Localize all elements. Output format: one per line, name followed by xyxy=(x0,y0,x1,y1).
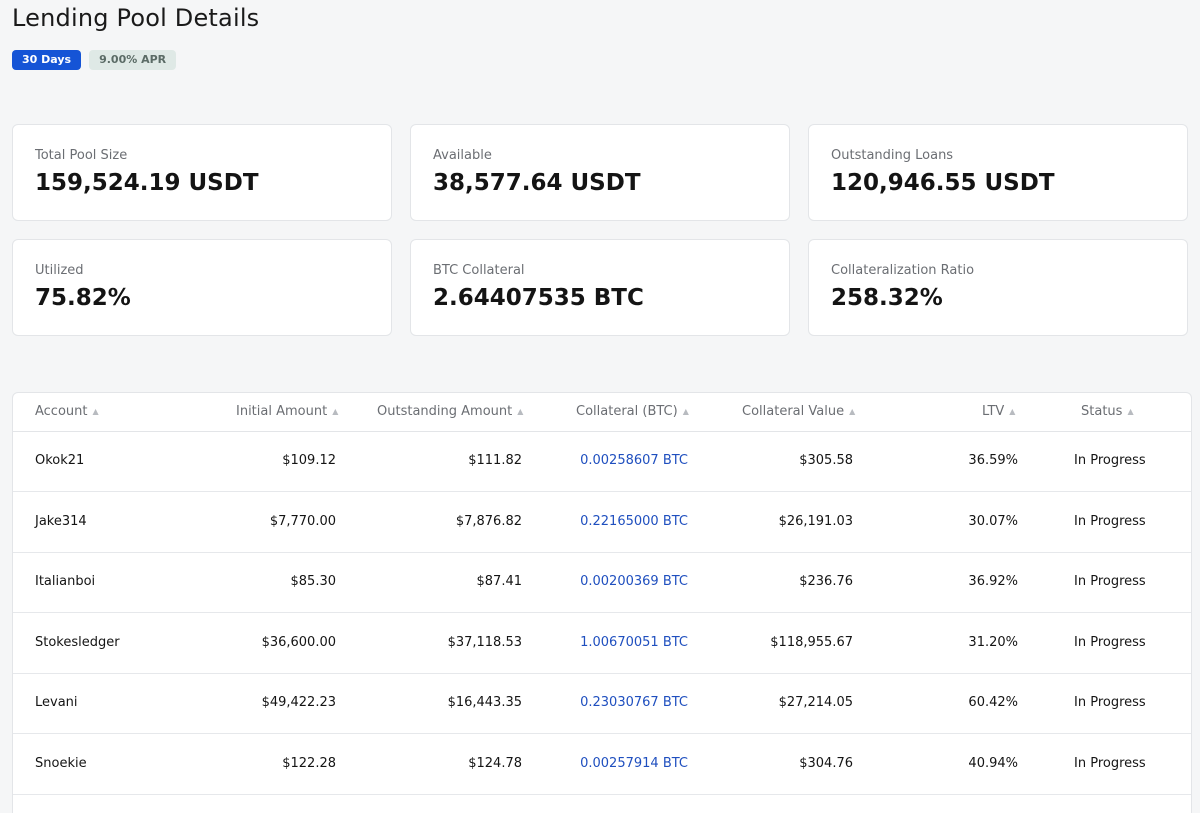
table-row[interactable]: Italianboi $85.30 $87.41 0.00200369 BTC … xyxy=(13,552,1191,613)
outstanding-amount-cell: $7,876.82 xyxy=(455,514,522,529)
column-header-status[interactable]: Status ▲ xyxy=(1081,393,1134,431)
column-header-account[interactable]: Account ▲ xyxy=(35,393,99,431)
stat-value: 75.82% xyxy=(35,285,131,311)
ltv-cell: 30.07% xyxy=(968,514,1018,529)
collateral-btc-link[interactable]: 0.23030767 BTC xyxy=(580,673,688,733)
stat-value: 38,577.64 USDT xyxy=(433,170,641,196)
collateral-btc-link[interactable]: 0.00257914 BTC xyxy=(580,734,688,794)
table-row[interactable]: Okok21 $109.12 $111.82 0.00258607 BTC $3… xyxy=(13,431,1191,492)
outstanding-amount-cell: $16,443.35 xyxy=(447,695,522,710)
ltv-cell: 60.42% xyxy=(968,695,1018,710)
stat-card-outstanding-loans: Outstanding Loans 120,946.55 USDT xyxy=(808,124,1188,221)
sort-icon: ▲ xyxy=(849,407,856,416)
ltv-cell: 36.92% xyxy=(968,574,1018,589)
stat-label: Outstanding Loans xyxy=(831,148,954,163)
collateral-value-cell: $26,191.03 xyxy=(778,514,853,529)
table-row[interactable]: Snoekie $122.28 $124.78 0.00257914 BTC $… xyxy=(13,734,1191,795)
table-row[interactable]: Levani $49,422.23 $16,443.35 0.23030767 … xyxy=(13,673,1191,734)
sort-icon: ▲ xyxy=(1009,407,1016,416)
page-title: Lending Pool Details xyxy=(12,4,260,32)
stat-label: Utilized xyxy=(35,263,84,278)
column-header-label: LTV xyxy=(982,404,1005,419)
stat-card-utilized: Utilized 75.82% xyxy=(12,239,392,336)
collateral-value-cell: $118,955.67 xyxy=(770,635,853,650)
initial-amount-cell: $109.12 xyxy=(282,453,336,468)
status-cell: In Progress xyxy=(1074,756,1146,771)
account-cell: Stokesledger xyxy=(35,635,120,650)
sort-icon: ▲ xyxy=(1127,407,1134,416)
stat-label: BTC Collateral xyxy=(433,263,525,278)
stat-value: 258.32% xyxy=(831,285,943,311)
collateral-btc-link[interactable]: 0.22165000 BTC xyxy=(580,492,688,552)
collateral-btc-link[interactable]: 1.00670051 BTC xyxy=(580,613,688,673)
collateral-btc-link[interactable]: 0.00200369 BTC xyxy=(580,552,688,612)
column-header-label: Collateral (BTC) xyxy=(576,404,678,419)
account-cell: Jake314 xyxy=(35,514,87,529)
ltv-cell: 31.20% xyxy=(968,635,1018,650)
initial-amount-cell: $7,770.00 xyxy=(269,514,336,529)
column-header-label: Initial Amount xyxy=(236,404,328,419)
outstanding-amount-cell: $37,118.53 xyxy=(447,635,522,650)
column-header-collateral-value[interactable]: Collateral Value ▲ xyxy=(742,393,855,431)
status-cell: In Progress xyxy=(1074,635,1146,650)
column-header-label: Collateral Value xyxy=(742,404,845,419)
column-header-label: Outstanding Amount xyxy=(377,404,513,419)
table-header: Account ▲ Initial Amount ▲ Outstanding Amo… xyxy=(13,393,1191,432)
table-row[interactable]: Stokesledger $36,600.00 $37,118.53 1.006… xyxy=(13,613,1191,674)
stat-label: Total Pool Size xyxy=(35,148,128,163)
stat-label: Available xyxy=(433,148,492,163)
stat-card-btc-collateral: BTC Collateral 2.64407535 BTC xyxy=(410,239,790,336)
column-header-collateral-btc[interactable]: Collateral (BTC) ▲ xyxy=(576,393,689,431)
stat-card-total-pool-size: Total Pool Size 159,524.19 USDT xyxy=(12,124,392,221)
column-header-label: Status xyxy=(1081,404,1123,419)
stat-value: 159,524.19 USDT xyxy=(35,170,259,196)
status-cell: In Progress xyxy=(1074,695,1146,710)
stat-card-available: Available 38,577.64 USDT xyxy=(410,124,790,221)
collateral-value-cell: $236.76 xyxy=(799,574,853,589)
collateral-value-cell: $304.76 xyxy=(799,756,853,771)
status-cell: In Progress xyxy=(1074,453,1146,468)
ltv-cell: 36.59% xyxy=(968,453,1018,468)
period-badge: 30 Days xyxy=(12,50,82,70)
stat-value: 120,946.55 USDT xyxy=(831,170,1055,196)
sort-icon: ▲ xyxy=(682,407,689,416)
table-row[interactable]: Jake314 $7,770.00 $7,876.82 0.22165000 B… xyxy=(13,492,1191,553)
loans-table: Account ▲ Initial Amount ▲ Outstanding Amo… xyxy=(12,392,1192,813)
stat-card-collateralization-ratio: Collateralization Ratio 258.32% xyxy=(808,239,1188,336)
status-cell: In Progress xyxy=(1074,574,1146,589)
ltv-cell: 40.94% xyxy=(968,756,1018,771)
collateral-btc-link[interactable]: 0.00258607 BTC xyxy=(580,431,688,491)
column-header-ltv[interactable]: LTV ▲ xyxy=(982,393,1015,431)
column-header-initial-amount[interactable]: Initial Amount ▲ xyxy=(236,393,338,431)
sort-icon: ▲ xyxy=(332,407,339,416)
outstanding-amount-cell: $124.78 xyxy=(468,756,522,771)
stat-label: Collateralization Ratio xyxy=(831,263,975,278)
collateral-value-cell: $305.58 xyxy=(799,453,853,468)
initial-amount-cell: $49,422.23 xyxy=(261,695,336,710)
apr-badge: 9.00% APR xyxy=(89,50,177,70)
account-cell: Okok21 xyxy=(35,453,85,468)
stat-value: 2.64407535 BTC xyxy=(433,285,644,311)
column-header-outstanding-amount[interactable]: Outstanding Amount ▲ xyxy=(377,393,523,431)
initial-amount-cell: $122.28 xyxy=(282,756,336,771)
outstanding-amount-cell: $111.82 xyxy=(468,453,522,468)
initial-amount-cell: $85.30 xyxy=(290,574,337,589)
sort-icon: ▲ xyxy=(517,407,524,416)
account-cell: Levani xyxy=(35,695,78,710)
collateral-value-cell: $27,214.05 xyxy=(778,695,853,710)
initial-amount-cell: $36,600.00 xyxy=(261,635,336,650)
badge-group: 30 Days 9.00% APR xyxy=(12,50,177,70)
column-header-label: Account xyxy=(35,404,88,419)
status-cell: In Progress xyxy=(1074,514,1146,529)
outstanding-amount-cell: $87.41 xyxy=(476,574,523,589)
account-cell: Italianboi xyxy=(35,574,96,589)
lending-pool-page: Lending Pool Details 30 Days 9.00% APR T… xyxy=(0,0,1200,813)
sort-icon: ▲ xyxy=(92,407,99,416)
account-cell: Snoekie xyxy=(35,756,87,771)
